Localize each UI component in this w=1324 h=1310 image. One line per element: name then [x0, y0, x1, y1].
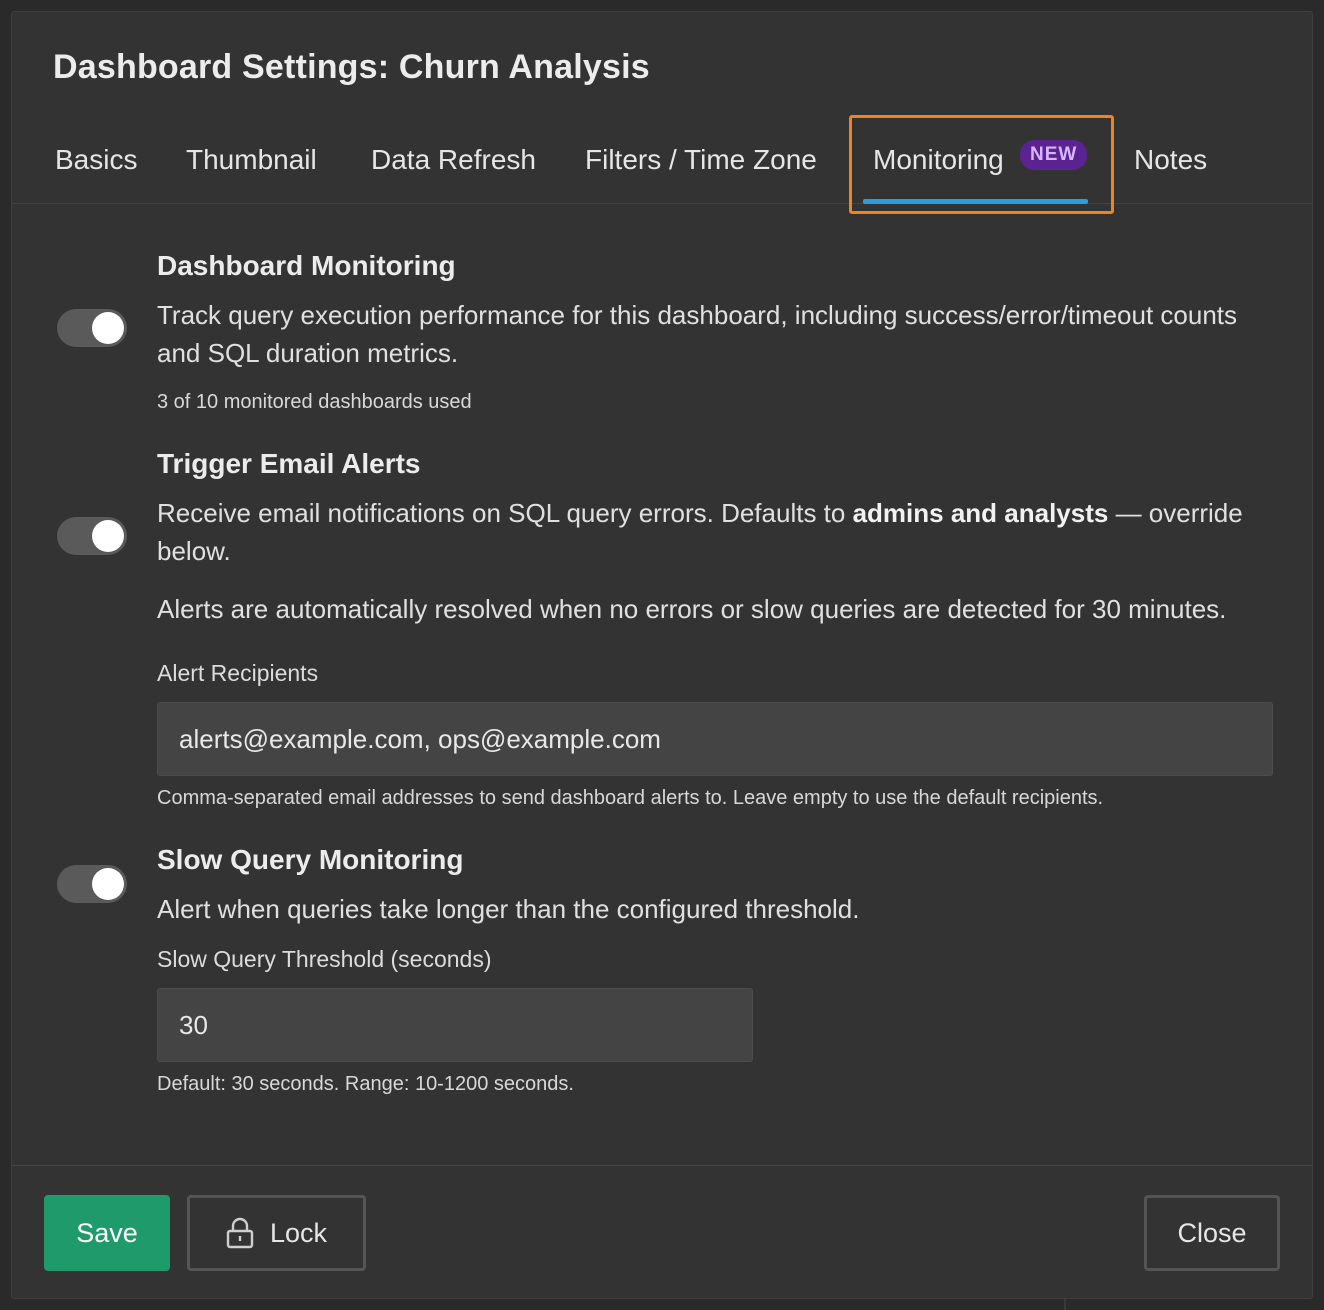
slow-query-title: Slow Query Monitoring	[157, 844, 464, 875]
modal-title: Dashboard Settings: Churn Analysis	[53, 48, 650, 86]
toggle-knob	[92, 868, 124, 900]
toggle-knob	[92, 312, 124, 344]
tab-basics[interactable]: Basics	[55, 144, 137, 176]
email-alerts-toggle[interactable]	[57, 517, 127, 555]
slow-query-toggle[interactable]	[57, 865, 127, 903]
auto-resolve-note: Alerts are automatically resolved when n…	[157, 594, 1227, 624]
tab-monitoring[interactable]: Monitoring	[873, 144, 1004, 176]
email-alerts-title: Trigger Email Alerts	[157, 448, 421, 479]
slow-query-description: Alert when queries take longer than the …	[157, 894, 860, 924]
alert-recipients-label: Alert Recipients	[157, 660, 319, 686]
slow-query-threshold-input[interactable]	[157, 988, 753, 1062]
slow-query-threshold-label: Slow Query Threshold (seconds)	[157, 946, 492, 972]
lock-icon	[226, 1217, 254, 1249]
tab-data-refresh[interactable]: Data Refresh	[371, 144, 536, 176]
tab-filters-time-zone[interactable]: Filters / Time Zone	[585, 144, 817, 176]
alert-recipients-input[interactable]	[157, 702, 1273, 776]
lock-button[interactable]: Lock	[187, 1195, 366, 1271]
active-tab-indicator	[863, 199, 1088, 204]
new-badge: NEW	[1020, 140, 1088, 170]
slow-query-threshold-help: Default: 30 seconds. Range: 10-1200 seco…	[157, 1073, 574, 1095]
tab-thumbnail[interactable]: Thumbnail	[186, 144, 317, 176]
email-alerts-description: Receive email notifications on SQL query…	[157, 494, 1257, 570]
dashboard-monitoring-title: Dashboard Monitoring	[157, 250, 456, 281]
tab-notes[interactable]: Notes	[1134, 144, 1207, 176]
modal-footer: Save Lock Close	[12, 1165, 1312, 1300]
alert-recipients-help: Comma-separated email addresses to send …	[157, 787, 1104, 809]
close-button[interactable]: Close	[1144, 1195, 1280, 1271]
dashboard-monitoring-description: Track query execution performance for th…	[157, 300, 1238, 368]
save-button[interactable]: Save	[44, 1195, 170, 1271]
dashboard-settings-modal: Dashboard Settings: Churn Analysis Basic…	[11, 11, 1313, 1299]
default-recipients-group: admins and analysts	[852, 498, 1109, 528]
dashboard-monitoring-toggle[interactable]	[57, 309, 127, 347]
email-alerts-description-prefix: Receive email notifications on SQL query…	[157, 498, 853, 528]
tab-bar: Basics Thumbnail Data Refresh Filters / …	[12, 112, 1312, 214]
monitored-dashboards-usage: 3 of 10 monitored dashboards used	[157, 391, 472, 413]
toggle-knob	[92, 520, 124, 552]
lock-button-label: Lock	[269, 1217, 328, 1248]
